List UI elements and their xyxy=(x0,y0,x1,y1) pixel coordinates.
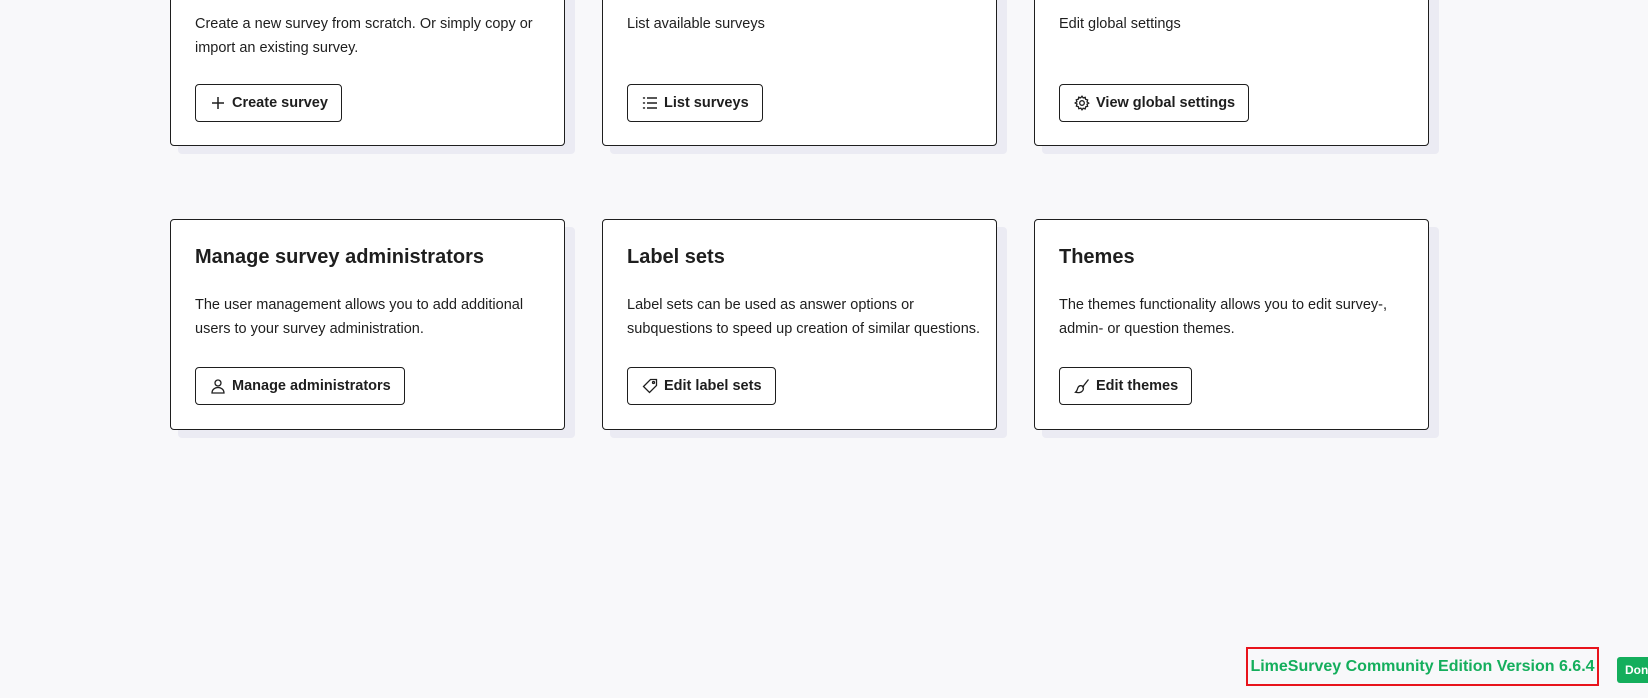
plus-icon xyxy=(212,97,224,109)
manage-administrators-label: Manage administrators xyxy=(232,378,391,394)
card-body: Create a new survey from scratch. Or sim… xyxy=(170,0,565,146)
card-body: Themes The themes functionality allows y… xyxy=(1034,219,1429,430)
card-description: Edit global settings xyxy=(1059,16,1181,32)
edit-label-sets-button[interactable]: Edit label sets xyxy=(627,367,776,405)
card-body: Manage survey administrators The user ma… xyxy=(170,219,565,430)
card-body: Label sets Label sets can be used as ans… xyxy=(602,219,997,430)
version-text: LimeSurvey Community Edition Version 6.6… xyxy=(1246,647,1599,686)
user-icon xyxy=(211,379,225,394)
list-surveys-button[interactable]: List surveys xyxy=(627,84,763,122)
list-surveys-label: List surveys xyxy=(664,95,749,111)
card-description: Create a new survey from scratch. Or sim… xyxy=(195,16,533,56)
edit-label-sets-label: Edit label sets xyxy=(664,378,762,394)
gear-icon xyxy=(1074,95,1090,111)
card-description: The themes functionality allows you to e… xyxy=(1059,297,1388,337)
view-global-settings-button[interactable]: View global settings xyxy=(1059,84,1250,122)
edit-themes-label: Edit themes xyxy=(1096,378,1179,394)
card-description: List available surveys xyxy=(627,16,765,32)
tag-icon xyxy=(642,378,658,394)
card-body: List available surveys List surveys xyxy=(602,0,997,146)
create-survey-label: Create survey xyxy=(232,95,328,111)
edit-themes-button[interactable]: Edit themes xyxy=(1059,367,1193,405)
card-description: Label sets can be used as answer options… xyxy=(627,297,981,337)
view-global-settings-label: View global settings xyxy=(1096,95,1236,111)
create-survey-button[interactable]: Create survey xyxy=(195,84,342,122)
card-title: Label sets xyxy=(627,246,725,268)
card-body: Edit global settings View global setting… xyxy=(1034,0,1429,146)
card-title: Themes xyxy=(1059,246,1135,268)
donate-button[interactable]: Donate xyxy=(1617,657,1648,683)
dashboard-page: Create a new survey from scratch. Or sim… xyxy=(0,0,1648,698)
card-title: Manage survey administrators xyxy=(195,246,484,268)
card-description: The user management allows you to add ad… xyxy=(195,297,524,337)
manage-administrators-button[interactable]: Manage administrators xyxy=(195,367,405,405)
list-icon xyxy=(642,97,657,109)
brush-icon xyxy=(1074,379,1090,394)
